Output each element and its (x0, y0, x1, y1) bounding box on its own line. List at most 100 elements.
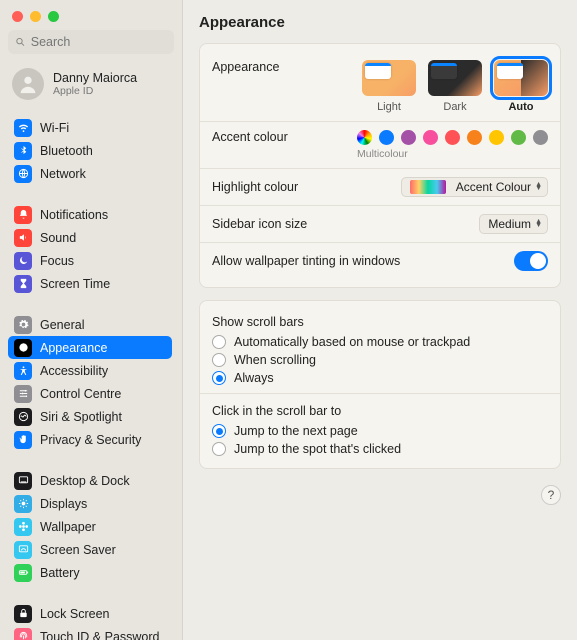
appearance-label: Appearance (212, 60, 279, 74)
sidebar-item-label: Touch ID & Password (40, 630, 160, 640)
highlight-label: Highlight colour (212, 180, 298, 194)
minimize-icon[interactable] (30, 11, 41, 22)
accent-color-8[interactable] (533, 130, 548, 145)
sidebar-item-label: Focus (40, 254, 74, 268)
sidebar-item-focus[interactable]: Focus (8, 249, 172, 272)
scrollbars-option-0[interactable]: Automatically based on mouse or trackpad (212, 333, 548, 351)
gear-icon (14, 316, 32, 334)
accent-color-2[interactable] (401, 130, 416, 145)
sidebar-item-bluetooth[interactable]: Bluetooth (8, 139, 172, 162)
appearance-option-auto[interactable]: Auto (494, 60, 548, 113)
flower-icon (14, 518, 32, 536)
sidebar-item-siri[interactable]: Siri & Spotlight (8, 405, 172, 428)
appearance-option-label: Auto (508, 101, 533, 113)
close-icon[interactable] (12, 11, 23, 22)
sidebar-item-touchid[interactable]: Touch ID & Password (8, 625, 172, 640)
sidebar-item-network[interactable]: Network (8, 162, 172, 185)
scrollbars-option-label: When scrolling (234, 353, 316, 367)
accent-color-3[interactable] (423, 130, 438, 145)
sidebar-item-label: Desktop & Dock (40, 474, 130, 488)
sidebar-item-label: Siri & Spotlight (40, 410, 122, 424)
sidebar-item-displays[interactable]: Displays (8, 492, 172, 515)
sound-icon (14, 229, 32, 247)
help-button[interactable]: ? (541, 485, 561, 505)
account-name: Danny Maiorca (53, 71, 137, 85)
access-icon (14, 362, 32, 380)
sidebar-item-label: Screen Time (40, 277, 110, 291)
radio-icon (212, 424, 226, 438)
radio-icon (212, 371, 226, 385)
wifi-icon (14, 119, 32, 137)
sidebar-item-label: Accessibility (40, 364, 108, 378)
accent-color-6[interactable] (489, 130, 504, 145)
sidebar-item-label: Screen Saver (40, 543, 116, 557)
sidebar-item-battery[interactable]: Battery (8, 561, 172, 584)
appearance-option-label: Dark (443, 101, 466, 113)
click-scroll-label: Click in the scroll bar to (212, 400, 548, 422)
accent-color-4[interactable] (445, 130, 460, 145)
chevron-updown-icon: ▲▼ (535, 220, 542, 228)
highlight-value: Accent Colour (456, 180, 531, 194)
bell-icon (14, 206, 32, 224)
accent-color-5[interactable] (467, 130, 482, 145)
radio-icon (212, 442, 226, 456)
scrollbars-option-2[interactable]: Always (212, 369, 548, 387)
appearance-option-dark[interactable]: Dark (428, 60, 482, 113)
window-controls[interactable] (0, 0, 182, 30)
scrollbars-option-1[interactable]: When scrolling (212, 351, 548, 369)
accent-color-1[interactable] (379, 130, 394, 145)
sidebar-item-label: Bluetooth (40, 144, 93, 158)
sidebar-item-sound[interactable]: Sound (8, 226, 172, 249)
search-icon (15, 36, 26, 48)
sidebar-size-label: Sidebar icon size (212, 217, 307, 231)
highlight-select[interactable]: Accent Colour ▲▼ (401, 177, 548, 197)
account-row[interactable]: Danny Maiorca Apple ID (0, 62, 180, 112)
sidebar-item-label: Lock Screen (40, 607, 109, 621)
sidebar-item-label: Wi-Fi (40, 121, 69, 135)
sun-icon (14, 495, 32, 513)
sidebar-size-select[interactable]: Medium ▲▼ (479, 214, 548, 234)
sidebar-item-desktop[interactable]: Desktop & Dock (8, 469, 172, 492)
accent-label: Accent colour (212, 130, 288, 144)
scrollbars-option-label: Automatically based on mouse or trackpad (234, 335, 470, 349)
lock-icon (14, 605, 32, 623)
scrollbars-label: Show scroll bars (212, 311, 548, 333)
sidebar-item-privacy[interactable]: Privacy & Security (8, 428, 172, 451)
account-sub: Apple ID (53, 85, 137, 97)
zoom-icon[interactable] (48, 11, 59, 22)
search-field[interactable] (31, 35, 167, 49)
click-scroll-option-1[interactable]: Jump to the spot that's clicked (212, 440, 548, 458)
sidebar-item-lock[interactable]: Lock Screen (8, 602, 172, 625)
sidebar-item-wifi[interactable]: Wi-Fi (8, 116, 172, 139)
moon-icon (14, 252, 32, 270)
accent-color-7[interactable] (511, 130, 526, 145)
accent-color-multi[interactable] (357, 130, 372, 145)
scrollbars-option-label: Always (234, 371, 274, 385)
bt-icon (14, 142, 32, 160)
chevron-updown-icon: ▲▼ (535, 183, 542, 191)
sidebar-item-notifications[interactable]: Notifications (8, 203, 172, 226)
sidebar-item-general[interactable]: General (8, 313, 172, 336)
appearance-option-light[interactable]: Light (362, 60, 416, 113)
appearance-icon (14, 339, 32, 357)
sidebar-item-screentime[interactable]: Screen Time (8, 272, 172, 295)
highlight-swatch-icon (410, 180, 446, 194)
page-title: Appearance (199, 14, 561, 31)
search-input[interactable] (8, 30, 174, 54)
avatar (12, 68, 44, 100)
hand-icon (14, 431, 32, 449)
globe-icon (14, 165, 32, 183)
ssaver-icon (14, 541, 32, 559)
radio-icon (212, 353, 226, 367)
sidebar-item-control[interactable]: Control Centre (8, 382, 172, 405)
sidebar-item-wallpaper[interactable]: Wallpaper (8, 515, 172, 538)
sidebar-item-appearance[interactable]: Appearance (8, 336, 172, 359)
hourglass-icon (14, 275, 32, 293)
sidebar-item-label: Displays (40, 497, 87, 511)
appearance-option-label: Light (377, 101, 401, 113)
accent-sublabel: Multicolour (357, 148, 548, 160)
sidebar-item-screensaver[interactable]: Screen Saver (8, 538, 172, 561)
click-scroll-option-0[interactable]: Jump to the next page (212, 422, 548, 440)
sidebar-item-accessibility[interactable]: Accessibility (8, 359, 172, 382)
tinting-toggle[interactable] (514, 251, 548, 271)
